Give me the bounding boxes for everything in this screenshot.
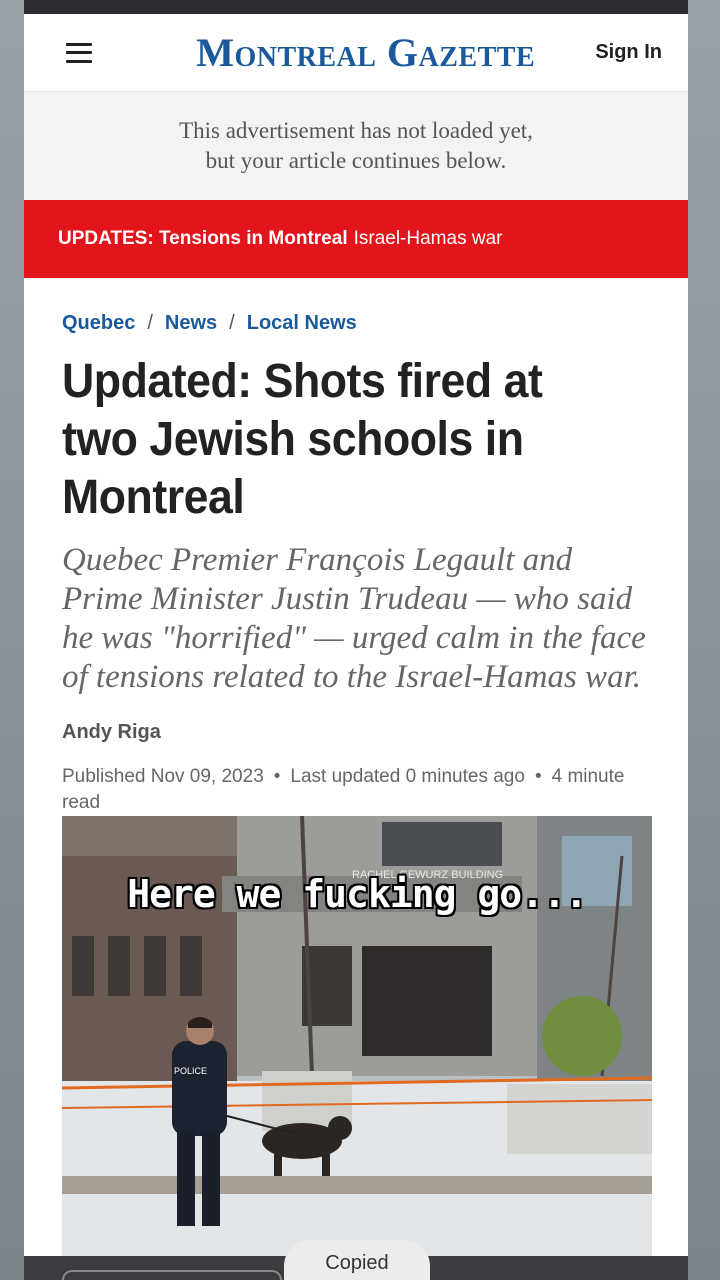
meme-caption: Here we fucking go... [127, 872, 587, 916]
article-meta: Published Nov 09, 2023 • Last updated 0 mi… [62, 764, 650, 816]
breadcrumb-separator: / [229, 312, 235, 334]
ad-text-line1: This advertisement has not loaded yet, [179, 118, 533, 143]
last-updated: Last updated 0 minutes ago [290, 766, 525, 787]
published-date: Published Nov 09, 2023 [62, 766, 264, 787]
author-byline[interactable]: Andy Riga [62, 721, 650, 744]
sign-in-link[interactable]: Sign In [595, 41, 662, 64]
updates-topic[interactable]: Israel-Hamas war [354, 228, 503, 250]
breadcrumb-quebec[interactable]: Quebec [62, 312, 135, 335]
site-header: Montreal Gazette Sign In [24, 14, 688, 92]
breadcrumb-separator: / [147, 312, 153, 334]
article-dek: Quebec Premier François Legault and Prim… [62, 542, 646, 695]
ad-placeholder: This advertisement has not loaded yet, b… [24, 92, 688, 200]
breadcrumb-news[interactable]: News [165, 312, 217, 335]
updates-label: UPDATES: Tensions in Montreal [58, 228, 348, 249]
breadcrumb: Quebec / News / Local News [62, 312, 650, 335]
updates-banner[interactable]: UPDATES: Tensions in Montreal Israel-Ham… [24, 200, 688, 278]
breadcrumb-local-news[interactable]: Local News [247, 312, 357, 335]
article-photo[interactable]: RACHEL GEWURZ BUILDING POLICE Here we fu… [62, 816, 652, 1256]
meta-dot: • [273, 766, 281, 787]
site-logo[interactable]: Montreal Gazette [196, 29, 535, 76]
meta-dot: • [534, 766, 542, 787]
article-content: Quebec / News / Local News Updated: Shot… [24, 312, 688, 816]
copied-toast: Copied [284, 1240, 430, 1280]
article-headline: Updated: Shots fired at two Jewish schoo… [62, 355, 543, 524]
ad-text-line2: but your article continues below. [205, 148, 507, 173]
menu-icon[interactable] [66, 42, 92, 63]
bottom-control[interactable] [62, 1270, 282, 1280]
article-page: Montreal Gazette Sign In This advertisem… [24, 14, 688, 1280]
status-bar [24, 0, 688, 14]
police-patch-text: POLICE [174, 1066, 207, 1076]
